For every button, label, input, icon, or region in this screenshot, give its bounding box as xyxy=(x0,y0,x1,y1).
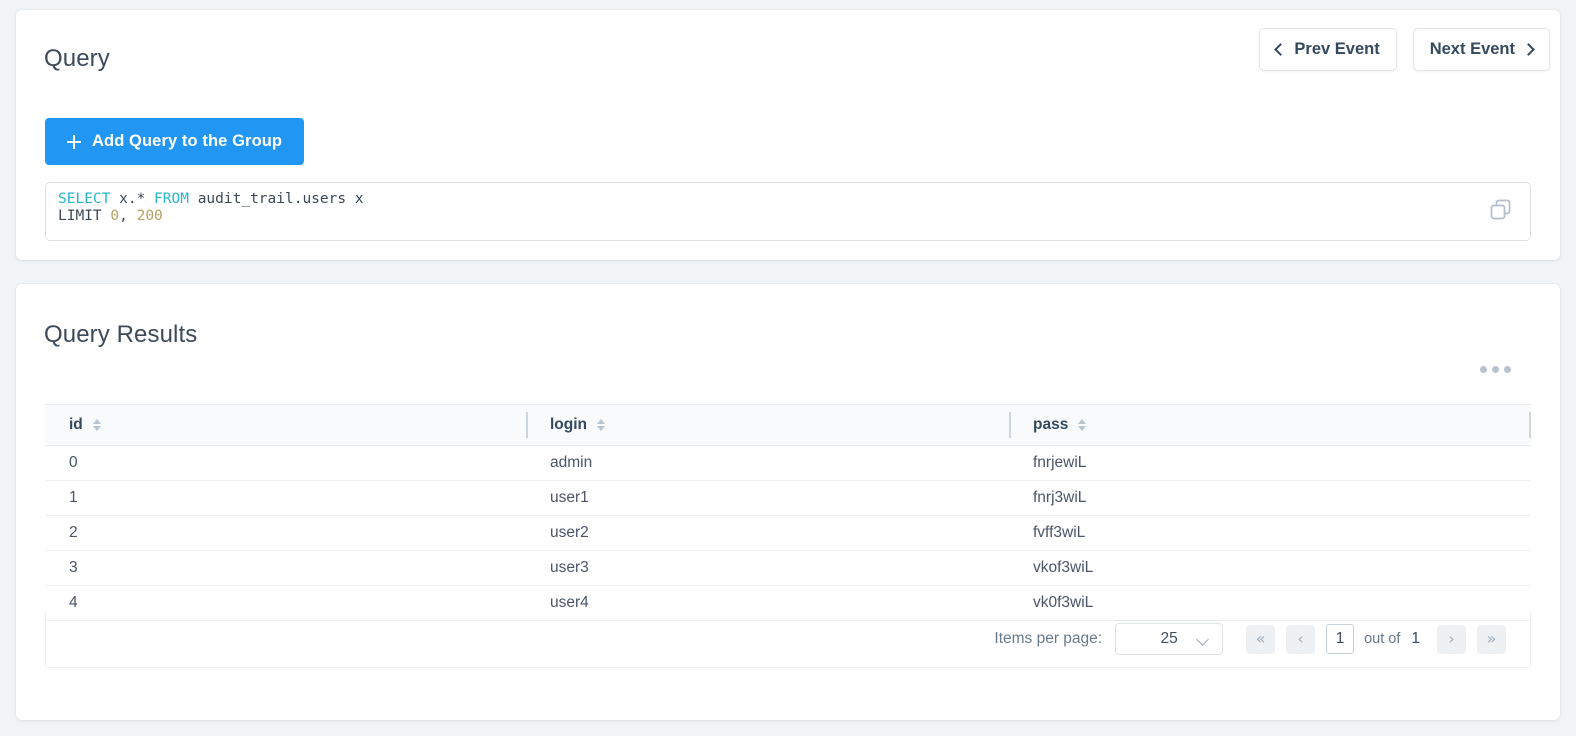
page-title: Query xyxy=(44,45,110,72)
column-header-pass[interactable]: pass xyxy=(1009,404,1531,446)
column-header-login[interactable]: login xyxy=(526,404,1009,446)
paginator: Items per page: 25 « ‹ out of 1 › » xyxy=(45,611,1531,668)
total-pages-value: 1 xyxy=(1411,630,1420,647)
chevron-left-icon: ‹ xyxy=(1297,629,1304,648)
cell-login: admin xyxy=(526,445,1009,481)
double-chevron-right-icon: » xyxy=(1486,629,1497,648)
dot xyxy=(1492,366,1499,373)
cell-pass: fvff3wiL xyxy=(1009,515,1531,551)
sql-table-name: audit_trail.users x xyxy=(188,191,364,207)
plus-icon xyxy=(67,134,81,149)
cell-pass: vkof3wiL xyxy=(1009,550,1531,586)
items-per-page-select[interactable]: 25 xyxy=(1115,623,1224,655)
double-chevron-left-icon: « xyxy=(1255,629,1266,648)
items-per-page-value: 25 xyxy=(1160,630,1178,647)
column-header-pass-label: pass xyxy=(1033,416,1069,433)
out-of-label: out of xyxy=(1364,631,1401,647)
cell-login: user3 xyxy=(526,550,1009,586)
sort-icon[interactable] xyxy=(597,417,606,433)
dot xyxy=(1504,366,1511,373)
chevron-right-icon: › xyxy=(1448,629,1455,648)
items-per-page-label: Items per page: xyxy=(994,630,1103,647)
sql-query-editor[interactable]: SELECT x.* FROM audit_trail.users x LIMI… xyxy=(45,182,1531,241)
dot xyxy=(1480,366,1487,373)
table-row[interactable]: 0 admin fnrjewiL xyxy=(45,445,1531,481)
add-query-to-group-button[interactable]: Add Query to the Group xyxy=(45,118,305,165)
cell-login: user1 xyxy=(526,480,1009,516)
table-row[interactable]: 3 user3 vkof3wiL xyxy=(45,550,1531,586)
sql-select-expression: x.* xyxy=(110,191,155,207)
sql-limit-offset: 0 xyxy=(110,208,120,224)
add-query-label: Add Query to the Group xyxy=(92,132,283,150)
column-header-login-label: login xyxy=(550,416,588,433)
cell-id: 0 xyxy=(45,445,526,481)
next-event-label: Next Event xyxy=(1429,40,1515,58)
column-header-id[interactable]: id xyxy=(45,404,526,446)
cell-pass: fnrjewiL xyxy=(1009,445,1531,481)
prev-event-button[interactable]: Prev Event xyxy=(1259,28,1397,71)
last-page-button[interactable]: » xyxy=(1477,624,1506,654)
prev-page-button[interactable]: ‹ xyxy=(1286,624,1316,654)
sort-icon[interactable] xyxy=(92,417,102,433)
next-page-button[interactable]: › xyxy=(1437,624,1466,654)
event-navigation: Prev Event Next Event xyxy=(1259,28,1550,71)
cell-login: user2 xyxy=(526,515,1009,551)
results-table: id login pass 0 admin fnrjewiL 1 user1 f… xyxy=(45,404,1531,621)
more-options-icon[interactable] xyxy=(1476,362,1515,377)
table-header-row: id login pass xyxy=(45,404,1531,446)
sort-icon[interactable] xyxy=(1078,417,1087,433)
sql-keyword-from: FROM xyxy=(154,191,189,207)
page-root: Query Prev Event Next Event Add Query to… xyxy=(0,0,1576,736)
next-event-button[interactable]: Next Event xyxy=(1412,28,1550,71)
sql-limit-count: 200 xyxy=(136,208,163,224)
column-header-id-label: id xyxy=(69,416,83,433)
page-number-input[interactable] xyxy=(1326,624,1355,654)
cell-pass: fnrj3wiL xyxy=(1009,480,1531,516)
prev-event-label: Prev Event xyxy=(1294,40,1380,58)
chevron-left-icon xyxy=(1274,42,1288,56)
copy-icon[interactable] xyxy=(1488,197,1514,223)
chevron-down-icon xyxy=(1196,633,1209,646)
cell-id: 2 xyxy=(45,515,526,551)
table-body: 0 admin fnrjewiL 1 user1 fnrj3wiL 2 user… xyxy=(45,445,1531,621)
chevron-right-icon xyxy=(1522,42,1535,56)
cell-id: 1 xyxy=(45,480,526,516)
sql-code[interactable]: SELECT x.* FROM audit_trail.users x LIMI… xyxy=(58,191,364,225)
sql-keyword-select: SELECT xyxy=(58,191,111,207)
sql-keyword-limit: LIMIT xyxy=(58,208,102,224)
query-card: Query Prev Event Next Event Add Query to… xyxy=(16,10,1560,260)
table-row[interactable]: 2 user2 fvff3wiL xyxy=(45,515,1531,551)
cell-id: 3 xyxy=(45,550,526,586)
results-title: Query Results xyxy=(44,321,198,348)
first-page-button[interactable]: « xyxy=(1246,624,1276,654)
table-row[interactable]: 1 user1 fnrj3wiL xyxy=(45,480,1531,516)
sql-limit-comma: , xyxy=(119,208,137,224)
query-results-card: Query Results id login pass 0 admin fnrj… xyxy=(16,284,1560,720)
table-header: id login pass xyxy=(45,404,1531,446)
